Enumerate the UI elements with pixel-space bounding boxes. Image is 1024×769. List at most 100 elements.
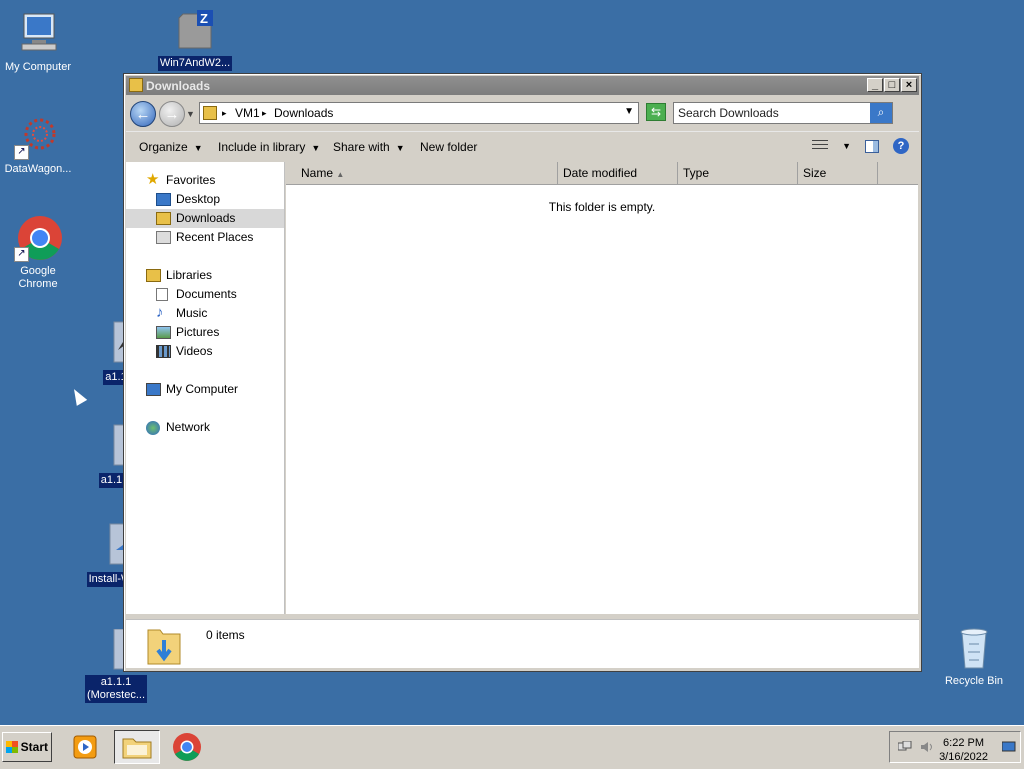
nav-label: Libraries	[166, 268, 213, 282]
taskbar-explorer[interactable]	[114, 730, 160, 764]
desktop-icon-my-computer[interactable]: My Computer	[0, 10, 76, 75]
downloads-folder-icon	[203, 106, 217, 120]
chevron-down-icon: ▼	[311, 143, 321, 153]
show-desktop-icon[interactable]	[1001, 741, 1016, 753]
chevron-right-icon[interactable]: ▸	[262, 108, 267, 119]
organize-menu[interactable]: Organize ▼	[139, 140, 203, 154]
recycle-bin-icon	[950, 624, 998, 672]
desktop-icon-google-chrome[interactable]: ↗ Google Chrome	[0, 214, 76, 292]
star-icon: ★	[146, 171, 160, 188]
desktop-icon-win7andw2[interactable]: Z Win7AndW2...	[157, 6, 233, 71]
nav-item-network[interactable]: Network	[126, 418, 284, 437]
downloads-folder-icon	[146, 624, 181, 665]
file-list[interactable]: Name ▲ Date modified Type Size This fold…	[286, 162, 918, 614]
desktop-icon-datawagon[interactable]: ↗ DataWagon...	[0, 112, 76, 177]
shortcut-arrow-icon: ↗	[14, 145, 29, 160]
refresh-button[interactable]: ⇆	[646, 103, 666, 121]
clock-date: 3/16/2022	[939, 751, 988, 763]
desktop-icon-label: Google Chrome	[18, 265, 58, 290]
taskbar-google-chrome[interactable]	[164, 730, 210, 764]
new-folder-button[interactable]: New folder	[420, 140, 477, 154]
nav-item-my-computer[interactable]: My Computer	[126, 380, 284, 399]
search-box[interactable]: ⌕	[673, 102, 893, 124]
search-button[interactable]: ⌕	[870, 103, 892, 123]
desktop-icon-recycle-bin[interactable]: Recycle Bin	[936, 624, 1012, 689]
include-in-library-menu[interactable]: Include in library ▼	[218, 140, 320, 154]
network-tray-icon[interactable]	[897, 740, 912, 753]
svg-text:Z: Z	[200, 11, 208, 26]
column-name[interactable]: Name ▲	[286, 162, 558, 184]
nav-item-downloads[interactable]: Downloads	[126, 209, 284, 228]
explorer-folder-icon	[122, 738, 152, 759]
chevron-right-icon[interactable]: ▸	[222, 108, 227, 119]
share-with-menu[interactable]: Share with ▼	[333, 140, 405, 154]
nav-label: Favorites	[166, 173, 216, 187]
navigation-bar: ← → ▼ ▸ VM1 ▸ Downloads ▼ ⇆ ⌕	[126, 97, 919, 131]
nav-label: Documents	[176, 287, 237, 301]
nav-label: Desktop	[176, 192, 221, 206]
archive-file-icon: Z	[171, 6, 219, 54]
close-button[interactable]: ×	[901, 78, 917, 92]
windows-logo-icon	[6, 741, 18, 753]
nav-label: Network	[166, 420, 211, 434]
empty-folder-message: This folder is empty.	[548, 200, 656, 214]
preview-pane-icon[interactable]	[865, 139, 879, 153]
desktop-icon-label: Win7AndW2...	[157, 56, 233, 71]
breadcrumb-vm1[interactable]: VM1	[235, 106, 260, 120]
chevron-down-icon: ▼	[193, 143, 203, 153]
include-in-library-label: Include in library	[218, 140, 306, 154]
taskbar-media-player[interactable]	[62, 730, 108, 764]
organize-label: Organize	[139, 140, 188, 154]
nav-item-documents[interactable]: Documents	[126, 285, 284, 304]
arrow-right-icon: →	[164, 106, 180, 123]
computer-icon	[14, 10, 62, 58]
title-bar[interactable]: Downloads _ □ ×	[126, 76, 919, 95]
chrome-icon	[173, 733, 201, 761]
clock[interactable]: 6:22 PM 3/16/2022	[939, 736, 988, 764]
nav-item-music[interactable]: ♪ Music	[126, 304, 284, 323]
nav-item-pictures[interactable]: Pictures	[126, 323, 284, 342]
start-button[interactable]: Start	[2, 732, 52, 762]
minimize-button[interactable]: _	[867, 78, 883, 92]
help-icon[interactable]: ?	[893, 138, 909, 154]
column-date-modified[interactable]: Date modified	[558, 162, 678, 184]
videos-icon	[156, 345, 171, 358]
column-size[interactable]: Size	[798, 162, 878, 184]
clock-time: 6:22 PM	[943, 737, 985, 749]
details-pane: 0 items	[126, 619, 919, 668]
back-button[interactable]: ←	[130, 101, 156, 127]
maximize-button[interactable]: □	[884, 78, 900, 92]
libraries-icon	[146, 269, 161, 282]
forward-button[interactable]: →	[159, 101, 185, 127]
folder-icon	[129, 78, 143, 92]
nav-item-favorites[interactable]: ★ Favorites	[126, 171, 284, 190]
nav-label: Downloads	[176, 211, 236, 225]
desktop-icon-label: a1.1.1 (Morestec...	[84, 675, 148, 703]
explorer-window[interactable]: Downloads _ □ × ← → ▼ ▸ VM1 ▸ Downloads …	[123, 73, 922, 672]
column-label: Name	[301, 166, 334, 180]
nav-label: Music	[176, 306, 208, 320]
nav-item-recent-places[interactable]: Recent Places	[126, 228, 284, 247]
nav-label: My Computer	[166, 382, 239, 396]
views-icon[interactable]	[812, 140, 829, 152]
arrow-left-icon: ←	[135, 106, 151, 123]
nav-label: Videos	[176, 344, 213, 358]
breadcrumb-downloads[interactable]: Downloads	[274, 106, 333, 120]
chrome-icon: ↗	[14, 214, 62, 262]
nav-item-desktop[interactable]: Desktop	[126, 190, 284, 209]
media-player-icon	[73, 735, 97, 759]
chevron-down-icon[interactable]: ▼	[842, 141, 851, 151]
recent-pages-dropdown[interactable]: ▼	[186, 109, 195, 119]
chevron-down-icon[interactable]: ▼	[624, 106, 634, 117]
volume-icon[interactable]	[920, 741, 934, 753]
search-input[interactable]	[678, 104, 868, 122]
nav-item-videos[interactable]: Videos	[126, 342, 284, 361]
documents-icon	[156, 288, 168, 301]
address-bar[interactable]: ▸ VM1 ▸ Downloads ▼	[199, 102, 639, 124]
network-icon	[146, 421, 160, 435]
column-type[interactable]: Type	[678, 162, 798, 184]
desktop-icon-label: Recycle Bin	[944, 675, 1004, 687]
navigation-pane: ★ Favorites Desktop Downloads Recent Pla…	[126, 162, 285, 614]
pictures-icon	[156, 326, 171, 339]
nav-item-libraries[interactable]: Libraries	[126, 266, 284, 285]
